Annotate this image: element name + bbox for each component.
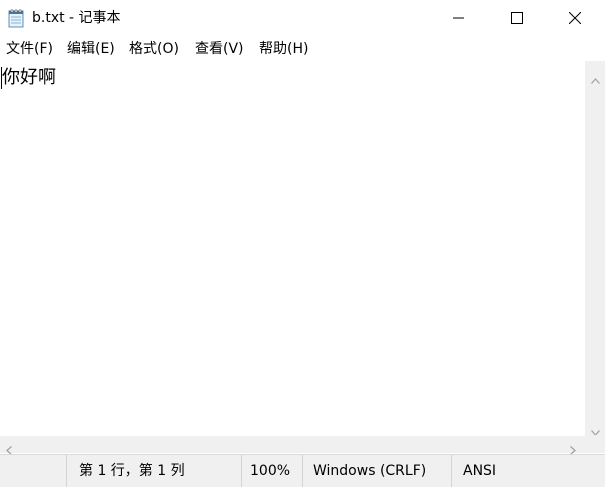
maximize-button[interactable]	[488, 0, 546, 36]
chevron-up-icon[interactable]	[591, 69, 600, 88]
close-icon	[569, 12, 581, 24]
vertical-scrollbar[interactable]	[585, 61, 605, 436]
minimize-button[interactable]	[430, 0, 488, 36]
title-bar[interactable]: b.txt - 记事本	[0, 0, 605, 36]
encoding: ANSI	[463, 463, 497, 479]
menu-edit[interactable]: 编辑(E)	[67, 40, 115, 58]
menu-format[interactable]: 格式(O)	[129, 40, 179, 58]
menu-view[interactable]: 查看(V)	[195, 40, 244, 58]
menu-bar: 文件(F) 编辑(E) 格式(O) 查看(V) 帮助(H)	[0, 38, 605, 60]
menu-file[interactable]: 文件(F)	[6, 40, 53, 58]
status-encoding-cell: ANSI	[451, 455, 605, 487]
maximize-icon	[511, 12, 523, 24]
minimize-icon	[453, 17, 464, 19]
zoom-level: 100%	[250, 463, 291, 479]
line-ending: Windows (CRLF)	[313, 463, 427, 479]
horizontal-scrollbar[interactable]	[0, 436, 585, 455]
status-line-ending-cell: Windows (CRLF)	[302, 455, 451, 487]
notepad-icon	[7, 8, 25, 28]
scrollbar-corner	[585, 435, 605, 453]
cursor-position: 第 1 行，第 1 列	[79, 463, 185, 479]
status-zoom-cell: 100%	[241, 455, 302, 487]
menu-help[interactable]: 帮助(H)	[259, 40, 308, 58]
window-title: b.txt - 记事本	[32, 10, 121, 26]
close-button[interactable]	[546, 0, 604, 36]
status-bar: 第 1 行，第 1 列 100% Windows (CRLF) ANSI	[0, 454, 605, 487]
text-caret	[1, 67, 2, 89]
text-editor[interactable]: 你好啊	[0, 61, 584, 435]
editor-content[interactable]: 你好啊	[2, 66, 56, 90]
status-position-cell: 第 1 行，第 1 列	[66, 455, 241, 487]
